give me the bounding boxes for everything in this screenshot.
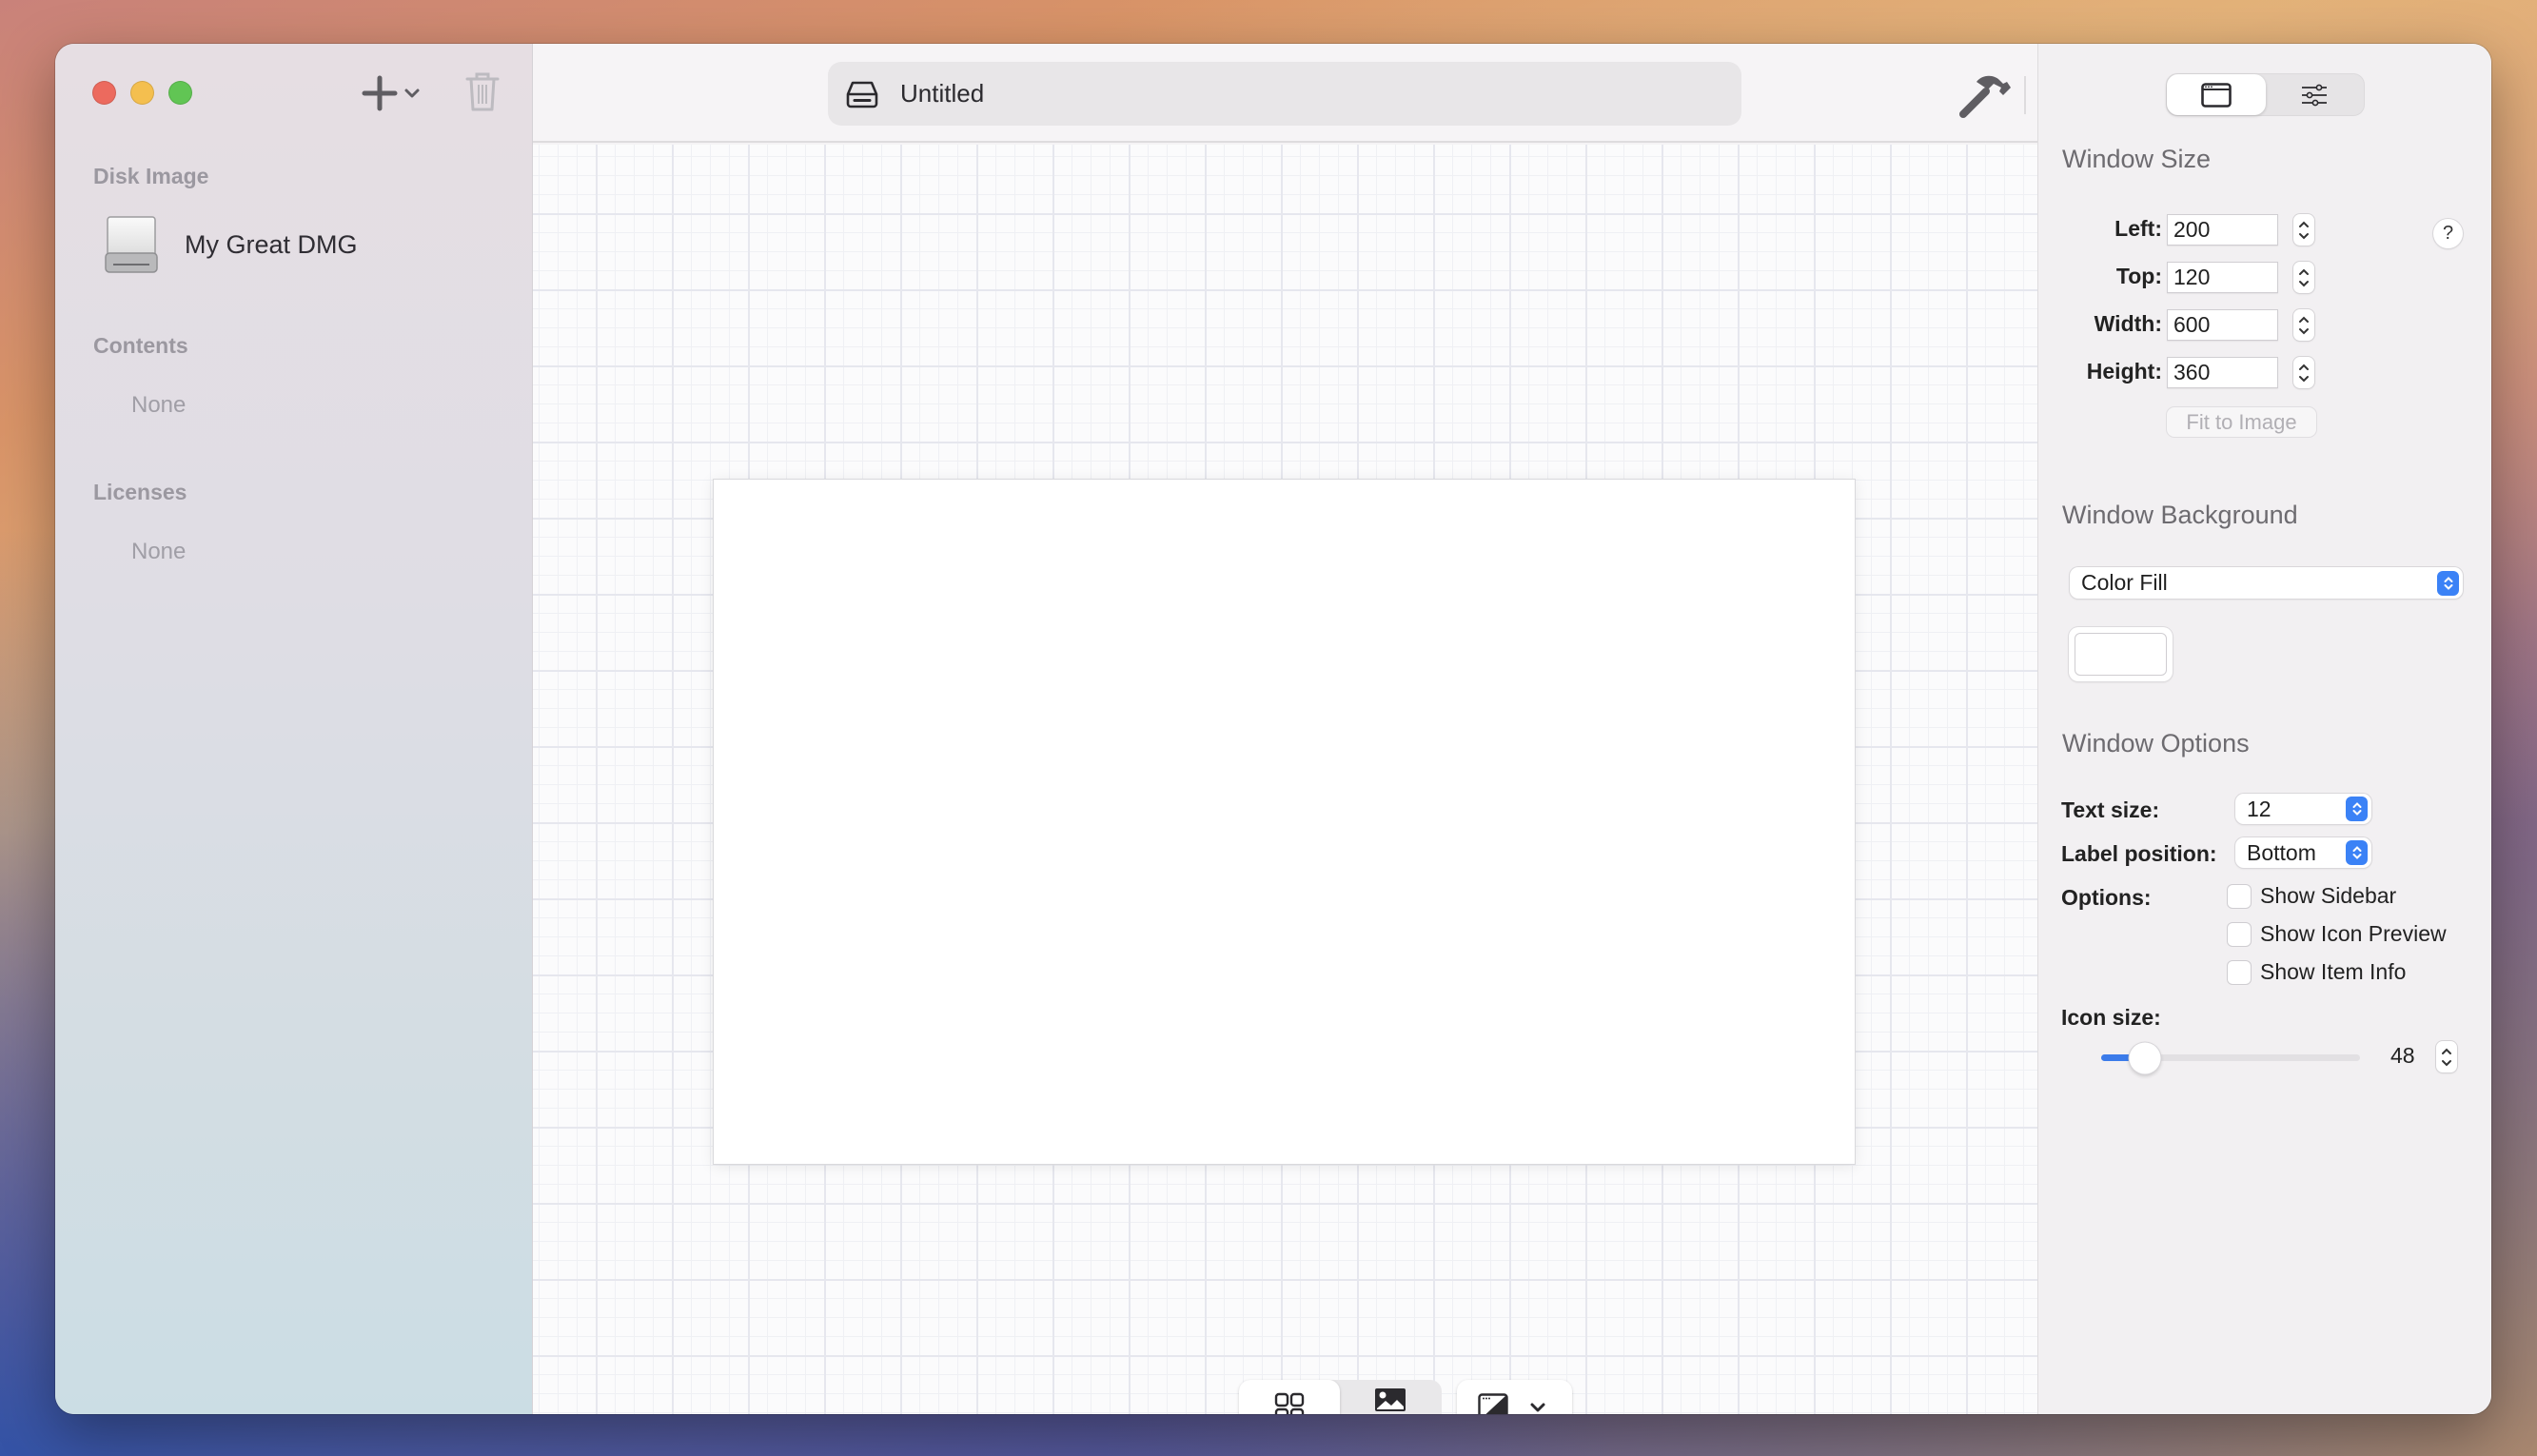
maximize-button[interactable] xyxy=(168,81,192,105)
background-mode-button[interactable] xyxy=(1340,1380,1441,1414)
text-size-label: Text size: xyxy=(2061,797,2160,822)
width-stepper[interactable] xyxy=(2293,309,2314,341)
view-mode-segmented-control xyxy=(1239,1380,1442,1414)
help-button[interactable]: ? xyxy=(2433,219,2463,248)
height-stepper[interactable] xyxy=(2293,357,2314,388)
window-size-heading: Window Size xyxy=(2062,145,2212,173)
stepper-arrows-icon xyxy=(2299,364,2309,382)
plus-icon xyxy=(362,75,398,111)
toolbar: Untitled xyxy=(533,44,2058,143)
options-label: Options: xyxy=(2061,885,2152,910)
top-field[interactable]: 120 xyxy=(2167,262,2278,293)
checkbox-box xyxy=(2228,884,2251,908)
stepper-arrows-icon xyxy=(2299,316,2309,334)
chevron-down-icon xyxy=(404,89,420,98)
window-background-heading: Window Background xyxy=(2062,501,2298,529)
width-label: Width: xyxy=(2094,311,2162,336)
width-field[interactable]: 600 xyxy=(2167,309,2278,341)
background-type-value: Color Fill xyxy=(2081,570,2168,595)
minimize-button[interactable] xyxy=(130,81,154,105)
checkbox-box xyxy=(2228,960,2251,984)
licenses-empty-label: None xyxy=(131,539,187,564)
sliders-icon xyxy=(2302,84,2328,106)
appearance-icon xyxy=(1478,1393,1508,1414)
popup-arrows-icon xyxy=(2346,840,2368,865)
image-icon xyxy=(1375,1388,1406,1411)
disk-image-label: My Great DMG xyxy=(185,229,358,259)
document-title-field[interactable]: Untitled xyxy=(828,62,1741,126)
hammer-icon xyxy=(1959,75,2011,118)
window-options-heading: Window Options xyxy=(2062,729,2250,758)
show-item-info-checkbox[interactable]: Show Item Info xyxy=(2228,959,2406,985)
disk-drive-icon xyxy=(105,216,158,273)
icon-grid-mode-button[interactable] xyxy=(1239,1380,1340,1414)
label-position-label: Label position: xyxy=(2061,841,2217,866)
stepper-arrows-icon xyxy=(2442,1048,2451,1066)
background-color-swatch xyxy=(2075,633,2167,676)
tab-window[interactable] xyxy=(2167,74,2266,115)
checkbox-label: Show Sidebar xyxy=(2260,883,2397,908)
left-label: Left: xyxy=(2114,216,2162,241)
icon-size-value: 48 xyxy=(2390,1043,2415,1068)
section-title-licenses: Licenses xyxy=(93,480,187,504)
layout-canvas[interactable] xyxy=(533,145,2037,1414)
app-window: Disk Image My Great DMG Contents None Li… xyxy=(55,44,2491,1414)
section-title-disk-image: Disk Image xyxy=(93,164,209,188)
icon-size-label: Icon size: xyxy=(2061,1005,2161,1030)
close-button[interactable] xyxy=(92,81,116,105)
inspector-panel: Window Size Left: 200 ? Top: 120 Width: … xyxy=(2037,44,2491,1414)
window-icon xyxy=(2200,82,2232,108)
label-position-value: Bottom xyxy=(2247,839,2316,865)
appearance-menu-button[interactable] xyxy=(1457,1380,1572,1414)
build-button[interactable] xyxy=(1956,72,2011,118)
stepper-arrows-icon xyxy=(2299,268,2309,286)
height-field[interactable]: 360 xyxy=(2167,357,2278,388)
stepper-arrows-icon xyxy=(2299,221,2309,239)
contents-empty-label: None xyxy=(131,392,187,418)
checkbox-label: Show Item Info xyxy=(2260,959,2407,984)
icon-size-slider[interactable] xyxy=(2101,1042,2360,1073)
top-label: Top: xyxy=(2115,264,2162,288)
main-area: Untitled xyxy=(533,44,2058,1414)
toolbar-divider xyxy=(2024,76,2026,114)
label-position-select[interactable]: Bottom xyxy=(2235,837,2371,868)
fit-to-image-button[interactable]: Fit to Image xyxy=(2167,407,2316,437)
sidebar-item-disk-image[interactable]: My Great DMG xyxy=(105,215,358,274)
slider-thumb[interactable] xyxy=(2129,1042,2161,1073)
text-size-value: 12 xyxy=(2247,796,2272,821)
show-icon-preview-checkbox[interactable]: Show Icon Preview xyxy=(2228,921,2447,947)
window-controls xyxy=(92,81,192,105)
background-color-well[interactable] xyxy=(2069,627,2173,681)
height-label: Height: xyxy=(2086,359,2162,384)
text-size-select[interactable]: 12 xyxy=(2235,794,2371,824)
sidebar: Disk Image My Great DMG Contents None Li… xyxy=(55,44,533,1414)
popup-arrows-icon xyxy=(2437,570,2459,596)
document-title: Untitled xyxy=(900,79,985,108)
background-type-select[interactable]: Color Fill xyxy=(2070,567,2463,599)
trash-icon xyxy=(465,72,500,111)
section-title-contents: Contents xyxy=(93,333,188,358)
grid-icon xyxy=(1274,1392,1305,1414)
inspector-tabs xyxy=(2166,73,2365,116)
add-item-button[interactable] xyxy=(362,72,430,114)
tab-settings[interactable] xyxy=(2266,74,2365,115)
chevron-down-icon xyxy=(1530,1403,1545,1412)
drive-icon xyxy=(846,81,878,108)
show-sidebar-checkbox[interactable]: Show Sidebar xyxy=(2228,883,2396,909)
checkbox-box xyxy=(2228,922,2251,946)
checkbox-label: Show Icon Preview xyxy=(2260,921,2447,946)
icon-size-stepper[interactable] xyxy=(2436,1041,2457,1072)
top-stepper[interactable] xyxy=(2293,262,2314,293)
bottom-bar xyxy=(533,1380,2037,1414)
popup-arrows-icon xyxy=(2346,797,2368,821)
left-field[interactable]: 200 xyxy=(2167,214,2278,246)
delete-button[interactable] xyxy=(464,70,502,116)
left-stepper[interactable] xyxy=(2293,214,2314,246)
dmg-window-preview[interactable] xyxy=(713,479,1856,1165)
